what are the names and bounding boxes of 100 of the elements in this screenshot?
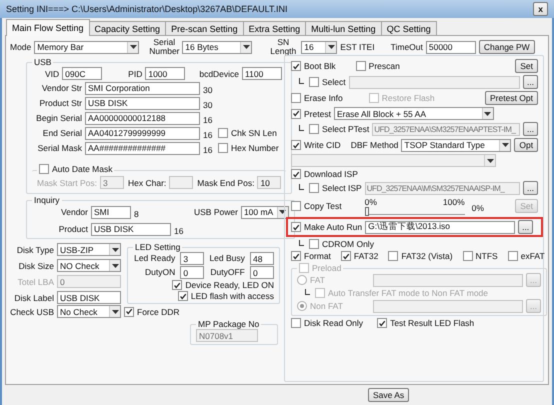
- dropdown[interactable]: 100 mA: [240, 206, 289, 218]
- text-field[interactable]: USB DISK: [91, 222, 171, 236]
- checkbox-label: FAT32: [354, 251, 378, 261]
- save-as-button[interactable]: Save As: [368, 388, 410, 402]
- checkbox-label: Write CID: [304, 140, 341, 150]
- text-field[interactable]: 1100: [242, 67, 282, 80]
- checkbox[interactable]: [291, 318, 301, 328]
- checkbox[interactable]: [291, 140, 301, 150]
- checkbox[interactable]: [291, 222, 301, 232]
- checkbox-label: Make Auto Run: [304, 222, 362, 232]
- field-label: Check USB: [10, 306, 54, 316]
- checkbox[interactable]: [218, 128, 228, 138]
- field-label: Hex Char:: [128, 178, 166, 188]
- text-field[interactable]: 50000: [426, 40, 476, 54]
- dropdown[interactable]: No Check: [57, 305, 121, 318]
- field-label: Mask End Pos:: [197, 178, 254, 188]
- text-field[interactable]: 48: [250, 252, 274, 265]
- tab[interactable]: Pre-scan Setting: [165, 21, 244, 36]
- change-pw-button[interactable]: Change PW: [478, 40, 535, 54]
- dropdown[interactable]: 16: [301, 40, 338, 54]
- field-label: Led Ready: [134, 254, 176, 263]
- tab[interactable]: Multi-lun Setting: [305, 21, 382, 36]
- slider-thumb[interactable]: [364, 207, 369, 216]
- checkbox[interactable]: [309, 124, 319, 134]
- slider-label: 100%: [442, 197, 465, 207]
- checkbox[interactable]: [291, 61, 301, 71]
- checkbox[interactable]: [291, 93, 301, 103]
- text-field[interactable]: 090C: [62, 67, 102, 80]
- set-button[interactable]: Set: [515, 59, 538, 73]
- checkbox[interactable]: [218, 143, 228, 153]
- browse-button[interactable]: ...: [523, 122, 538, 136]
- text-field[interactable]: AA04012799999999: [85, 126, 200, 140]
- dropdown[interactable]: USB-ZIP: [57, 243, 121, 256]
- checkbox[interactable]: [124, 306, 134, 316]
- checkbox[interactable]: [377, 318, 388, 328]
- field-label: Vendor: [60, 207, 88, 217]
- text-field[interactable]: 0: [250, 266, 274, 279]
- browse-button[interactable]: ...: [518, 220, 534, 234]
- tab[interactable]: QC Setting: [380, 21, 437, 36]
- checkbox-label: Pretest: [304, 108, 331, 118]
- path-field[interactable]: G:\迅雷下载\2013.iso: [365, 220, 516, 234]
- text-field[interactable]: 0: [180, 266, 204, 279]
- path-field[interactable]: [373, 274, 523, 286]
- opt-button[interactable]: Opt: [514, 138, 538, 152]
- path-field[interactable]: [348, 76, 520, 88]
- text-field[interactable]: AA00000000012188: [85, 112, 200, 124]
- checkbox[interactable]: [388, 251, 398, 261]
- checkbox[interactable]: [508, 251, 518, 261]
- dropdown[interactable]: Memory Bar: [34, 40, 140, 54]
- checkbox[interactable]: [39, 164, 49, 174]
- checkbox[interactable]: [462, 251, 473, 261]
- dropdown[interactable]: NO Check: [57, 259, 121, 272]
- checkbox-label: Select ISP: [322, 183, 362, 193]
- text-field[interactable]: SMI: [91, 206, 131, 218]
- path-field[interactable]: [373, 300, 523, 312]
- dropdown[interactable]: 16 Bytes: [182, 40, 252, 54]
- checkbox[interactable]: [291, 169, 301, 179]
- checkbox[interactable]: [178, 291, 188, 301]
- checkbox[interactable]: [291, 201, 301, 211]
- text-field[interactable]: USB DISK: [85, 96, 200, 110]
- browse-button[interactable]: ...: [523, 75, 538, 89]
- pretest-opt-button[interactable]: Pretest Opt: [485, 91, 538, 105]
- text-field[interactable]: SMI Corporation: [85, 82, 200, 94]
- checkbox-label: Restore Flash: [382, 93, 435, 103]
- text-field[interactable]: 10: [257, 176, 282, 189]
- checkbox[interactable]: [309, 183, 319, 193]
- checkbox[interactable]: [309, 239, 319, 249]
- checkbox[interactable]: [309, 77, 319, 87]
- checkbox-label: CDROM Only: [322, 239, 374, 249]
- tab[interactable]: Extra Setting: [242, 21, 306, 36]
- path-field[interactable]: UFD_3257ENAA\M\SM3257ENAAISP-IM_: [364, 182, 520, 194]
- checkbox-label: LED flash with access: [190, 291, 274, 301]
- checkbox-label: Select PTest: [322, 124, 370, 134]
- tree-line: [305, 288, 310, 294]
- path-field[interactable]: UFD_3257ENAA\SM3257ENAAPTEST-IM_: [372, 122, 520, 136]
- checkbox[interactable]: [291, 251, 301, 261]
- tab[interactable]: Main Flow Setting: [6, 19, 90, 36]
- checkbox[interactable]: [356, 61, 366, 71]
- field-label: Product Str: [38, 98, 82, 108]
- field-label: Mask Start Pos:: [37, 178, 97, 188]
- field-label: DutyON: [144, 268, 176, 277]
- text-field[interactable]: USB DISK: [57, 291, 121, 304]
- close-button[interactable]: x: [533, 2, 548, 16]
- checkbox[interactable]: [340, 251, 351, 261]
- dropdown[interactable]: TSOP Standard Type: [401, 138, 512, 152]
- text-field[interactable]: 3: [180, 252, 204, 265]
- checkbox[interactable]: [172, 280, 182, 290]
- text-field[interactable]: AA##############: [85, 142, 200, 154]
- text-field[interactable]: 1000: [145, 67, 186, 80]
- checkbox-label: Force DDR: [137, 306, 180, 316]
- text-field[interactable]: N0708v1: [196, 329, 258, 342]
- checkbox[interactable]: [291, 108, 301, 118]
- dropdown[interactable]: Erase All Block + 55 AA: [334, 107, 494, 120]
- browse-button[interactable]: ...: [523, 181, 538, 195]
- tab[interactable]: Capacity Setting: [88, 21, 166, 36]
- field-label: Disk Label: [13, 292, 54, 302]
- slider-label: 0%: [364, 197, 377, 207]
- text-field[interactable]: [169, 176, 194, 189]
- field-label: Disk Type: [16, 244, 54, 254]
- field-label: SN Length: [269, 38, 298, 56]
